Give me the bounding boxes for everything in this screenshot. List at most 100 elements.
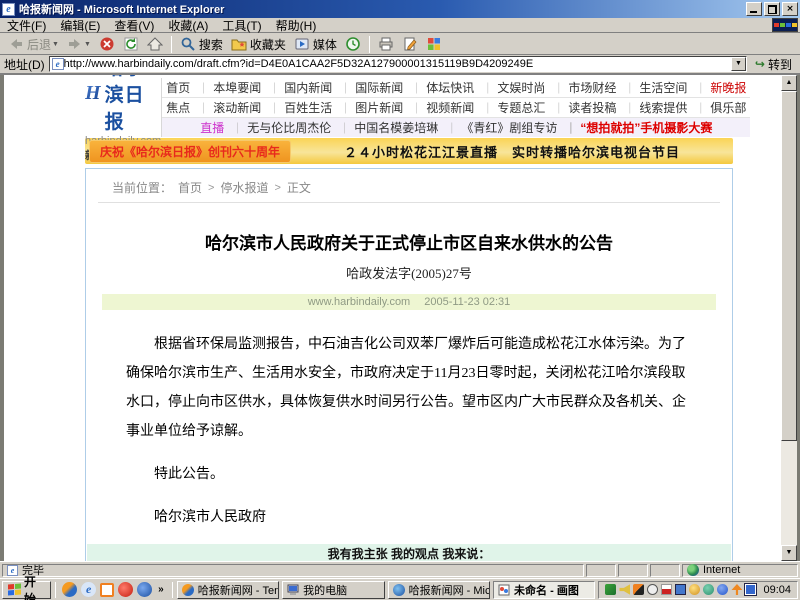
print-button[interactable]	[374, 35, 398, 54]
tray-icon-app3[interactable]	[689, 584, 700, 595]
nav-home[interactable]: 首页	[162, 79, 194, 96]
breadcrumb-section[interactable]: 停水报道	[220, 179, 268, 196]
taskbar-clock[interactable]: 09:04	[763, 584, 791, 596]
tray-icon-app2[interactable]	[661, 584, 672, 595]
search-button[interactable]: 搜索	[176, 35, 227, 54]
minimize-button[interactable]	[746, 2, 762, 16]
back-button[interactable]: 后退 ▼	[4, 35, 63, 54]
quick-launch-app-icon[interactable]	[100, 583, 114, 597]
media-button[interactable]: 媒体	[290, 35, 341, 54]
tray-icon-antivirus[interactable]	[605, 584, 616, 595]
menu-favorites[interactable]: 收藏(A)	[161, 16, 215, 35]
nav-life[interactable]: 生活空间	[620, 79, 691, 96]
nav-model[interactable]: 中国名模姜培琳	[335, 119, 442, 136]
address-dropdown-button[interactable]: ▼	[731, 57, 746, 71]
forward-dropdown-icon[interactable]: ▼	[84, 41, 91, 48]
tray-icon-network[interactable]	[675, 584, 686, 595]
nav-tips[interactable]: 线索提供	[620, 99, 691, 116]
taskbar-button-tencent[interactable]: 哈报新闻网 - Tence...	[177, 581, 279, 599]
quick-launch-blue-icon[interactable]	[137, 582, 152, 597]
nav-jay-chou[interactable]: 无与伦比周杰伦	[228, 119, 335, 136]
menu-tools[interactable]: 工具(T)	[215, 16, 268, 35]
nav-photo-contest[interactable]: “想拍就拍”手机摄影大赛	[561, 119, 716, 136]
close-button[interactable]: ×	[782, 2, 798, 16]
nav-people-life[interactable]: 百姓生活	[265, 99, 336, 116]
taskbar-button-paint[interactable]: 未命名 - 画图	[493, 581, 595, 599]
scroll-down-button[interactable]: ▼	[781, 545, 797, 561]
refresh-icon	[123, 36, 139, 52]
back-dropdown-icon[interactable]: ▼	[52, 41, 59, 48]
browser-toolbar: 后退 ▼ ▼ 搜索 收藏夹 媒体	[0, 34, 800, 55]
nav-evening-paper[interactable]: 新晚报	[691, 79, 750, 96]
tray-icon-app1[interactable]	[633, 584, 644, 595]
nav-row-3: 直播 无与伦比周杰伦 中国名模姜培琳 《青红》剧组专访 “想拍就拍”手机摄影大赛	[162, 118, 750, 137]
nav-focus[interactable]: 焦点	[162, 99, 194, 116]
menu-view[interactable]: 查看(V)	[107, 16, 161, 35]
status-pane-empty	[650, 564, 680, 577]
start-button[interactable]: 开始	[2, 581, 51, 599]
nav-world-news[interactable]: 国际新闻	[336, 79, 407, 96]
publish-time: 2005-11-23 02:31	[424, 296, 510, 308]
nav-rolling-news[interactable]: 滚动新闻	[194, 99, 265, 116]
nav-entertainment[interactable]: 文娱时尚	[478, 79, 549, 96]
tray-icon-clock-app[interactable]	[647, 584, 658, 595]
menu-edit[interactable]: 编辑(E)	[53, 16, 107, 35]
promo-banner[interactable]: 庆祝《哈尔滨日报》创刊六十周年 ２４小时松花江江景直播 实时转播哈尔滨电视台节目	[85, 138, 733, 164]
security-zone-pane: Internet	[682, 564, 798, 577]
comment-bar[interactable]: 我有我主张 我的观点 我来说：	[87, 544, 731, 561]
web-page: H 哈尔滨日报 harbindaily.com 新闻网 首页 本埠要闻 国内新闻…	[85, 78, 733, 561]
nav-finance[interactable]: 市场财经	[549, 79, 620, 96]
scroll-up-button[interactable]: ▲	[781, 75, 797, 91]
history-button[interactable]	[341, 35, 365, 54]
taskbar-button-my-computer[interactable]: 我的电脑	[282, 581, 384, 599]
article-box: 当前位置： 首页 > 停水报道 > 正文 哈尔滨市人民政府关于正式停止市区自来水…	[85, 168, 733, 561]
tray-icon-app5[interactable]	[717, 584, 728, 595]
vertical-scrollbar[interactable]: ▲ ▼	[781, 75, 797, 561]
nav-qinghong[interactable]: 《青红》剧组专访	[442, 119, 561, 136]
anniversary-badge[interactable]: 庆祝《哈尔滨日报》创刊六十周年	[89, 140, 291, 163]
scrollbar-thumb[interactable]	[781, 91, 797, 441]
tray-icon-volume[interactable]	[619, 584, 630, 595]
status-bar: e 完毕 Internet	[0, 561, 800, 578]
nav-topics[interactable]: 专题总汇	[478, 99, 549, 116]
breadcrumb-home[interactable]: 首页	[178, 179, 202, 196]
nav-club[interactable]: 俱乐部	[691, 99, 750, 116]
browser-window: e 哈报新闻网 - Microsoft Internet Explorer × …	[0, 0, 800, 600]
stop-button[interactable]	[95, 35, 119, 54]
address-input[interactable]	[64, 58, 731, 70]
nav-reader-submit[interactable]: 读者投稿	[549, 99, 620, 116]
menu-help[interactable]: 帮助(H)	[269, 16, 324, 35]
site-logo[interactable]: H 哈尔滨日报 harbindaily.com 新闻网	[85, 78, 161, 137]
taskbar-button-ie[interactable]: 哈报新闻网 - Micros...	[388, 581, 490, 599]
nav-domestic-news[interactable]: 国内新闻	[265, 79, 336, 96]
quick-launch-overflow-chevron[interactable]: »	[156, 584, 166, 595]
quick-launch-ie-icon[interactable]: e	[81, 582, 96, 597]
nav-sports[interactable]: 体坛快讯	[407, 79, 478, 96]
refresh-button[interactable]	[119, 35, 143, 54]
messenger-button[interactable]	[422, 35, 446, 54]
logo-name: 哈尔滨日报	[105, 75, 162, 134]
quick-launch-red-icon[interactable]	[118, 582, 133, 597]
breadcrumb-separator: >	[274, 182, 280, 194]
home-icon	[147, 36, 163, 52]
paragraph-signature: 哈尔滨市人民政府	[126, 503, 692, 532]
go-button[interactable]: ↪ 转到	[751, 56, 796, 73]
tray-icon-app4[interactable]	[703, 584, 714, 595]
menu-file[interactable]: 文件(F)	[0, 16, 53, 35]
nav-video-news[interactable]: 视频新闻	[407, 99, 478, 116]
tray-icon-app6[interactable]	[745, 584, 756, 595]
nav-local-news[interactable]: 本埠要闻	[194, 79, 265, 96]
favorites-button[interactable]: 收藏夹	[227, 35, 290, 54]
nav-row-1: 首页 本埠要闻 国内新闻 国际新闻 体坛快讯 文娱时尚 市场财经 生活空间 新晚…	[162, 78, 750, 98]
tray-icon-umbrella[interactable]	[731, 584, 742, 595]
edit-button[interactable]	[398, 35, 422, 54]
quick-launch-browser-icon[interactable]	[62, 582, 77, 597]
nav-live[interactable]: 直播	[196, 119, 228, 136]
source-bar: www.harbindaily.com 2005-11-23 02:31	[102, 294, 716, 310]
my-computer-icon	[287, 584, 299, 596]
restore-button[interactable]	[764, 2, 780, 16]
home-button[interactable]	[143, 35, 167, 54]
nav-photo-news[interactable]: 图片新闻	[336, 99, 407, 116]
nav-row-2: 焦点 滚动新闻 百姓生活 图片新闻 视频新闻 专题总汇 读者投稿 线索提供 俱乐…	[162, 98, 750, 118]
forward-button[interactable]: ▼	[63, 35, 95, 54]
